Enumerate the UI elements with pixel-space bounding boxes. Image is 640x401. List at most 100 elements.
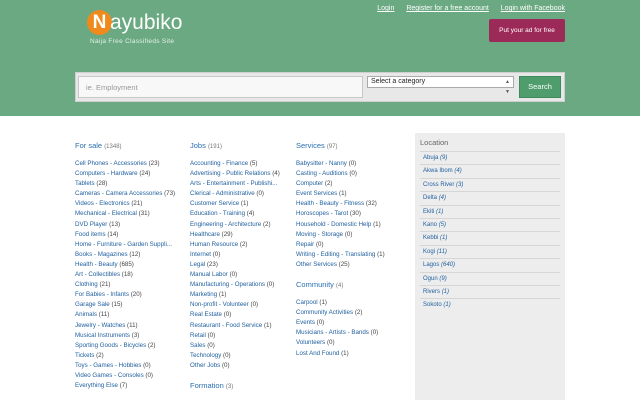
subcategory-link[interactable]: Manufacturing - Operations (0) — [190, 280, 286, 290]
subcategory-link[interactable]: Manual Labor (0) — [190, 270, 286, 280]
location-item[interactable]: Ogun (9) — [420, 271, 560, 285]
subcategory-count: (0) — [315, 240, 324, 248]
subcategory-link[interactable]: Cameras - Camera Accessories (73) — [75, 189, 187, 199]
subcategory-link[interactable]: Musical Instruments (3) — [75, 331, 187, 341]
subcategory-link[interactable]: Household - Domestic Help (1) — [296, 220, 406, 230]
subcategory-link[interactable]: Sporting Goods - Bicycles (2) — [75, 341, 187, 351]
subcategory-link[interactable]: Moving - Storage (0) — [296, 230, 406, 240]
subcategory-link[interactable]: Volunteers (0) — [296, 338, 406, 348]
subcategory-link[interactable]: Videos - Electronics (21) — [75, 199, 187, 209]
subcategory-name: Computers - Hardware — [75, 170, 138, 178]
subcategory-name: Other Services — [296, 260, 337, 268]
subcategory-link[interactable]: Casting - Auditions (0) — [296, 169, 406, 179]
subcategory-link[interactable]: Clerical - Administrative (0) — [190, 189, 286, 199]
subcategory-link[interactable]: Horoscopes - Tarot (30) — [296, 209, 406, 219]
subcategory-link[interactable]: Technology (0) — [190, 351, 286, 361]
subcategory-link[interactable]: Advertising - Public Relations (4) — [190, 169, 286, 179]
subcategory-count: (1) — [339, 190, 347, 198]
subcategory-link[interactable]: Healthcare (29) — [190, 230, 286, 240]
subcategory-link[interactable]: Musicians - Artists - Bands (0) — [296, 328, 406, 338]
subcategory-count: (32) — [365, 200, 377, 208]
subcategory-link[interactable]: Video Games - Consoles (0) — [75, 371, 187, 381]
subcategory-link[interactable]: Retail (0) — [190, 331, 286, 341]
subcategory-link[interactable]: Sales (0) — [190, 341, 286, 351]
category-select[interactable]: Select a category ▲ ▼ — [367, 76, 514, 95]
subcategory-link[interactable]: Events (0) — [296, 318, 406, 328]
location-item[interactable]: Rivers (1) — [420, 284, 560, 298]
subcategory-link[interactable]: Babysitter - Nanny (0) — [296, 159, 406, 169]
subcategory-link[interactable]: Event Services (1) — [296, 189, 406, 199]
location-name: Ekiti — [423, 208, 435, 215]
subcategory-link[interactable]: Clothing (21) — [75, 280, 187, 290]
category-title-for-sale[interactable]: For sale (1348) — [75, 141, 187, 150]
location-item[interactable]: Abuja (9) — [420, 151, 560, 164]
location-item[interactable]: Kano (5) — [420, 217, 560, 231]
subcategory-count: (2) — [96, 351, 104, 359]
subcategory-link[interactable]: Other Jobs (0) — [190, 361, 286, 371]
subcategory-name: Events — [296, 319, 315, 327]
location-name: Lagos — [423, 262, 440, 269]
subcategory-link[interactable]: Other Services (25) — [296, 260, 406, 270]
subcategory-link[interactable]: Tablets (28) — [75, 179, 187, 189]
subcategory-count: (25) — [338, 260, 350, 268]
subcategory-link[interactable]: Restaurant - Food Service (1) — [190, 321, 286, 331]
register-link[interactable]: Register for a free account — [406, 5, 489, 12]
subcategory-link[interactable]: Tickets (2) — [75, 351, 187, 361]
post-ad-button[interactable]: Put your ad for free — [489, 19, 565, 42]
subcategory-link[interactable]: Mechanical - Electrical (31) — [75, 209, 187, 219]
subcategory-link[interactable]: For Babies - Infants (20) — [75, 290, 187, 300]
subcategory-link[interactable]: Everything Else (7) — [75, 381, 187, 391]
location-item[interactable]: Kebbi (1) — [420, 231, 560, 244]
subcategory-link[interactable]: Writing - Editing - Translating (1) — [296, 250, 406, 260]
subcategory-link[interactable]: Arts - Entertainment - Publishi... — [190, 179, 286, 189]
subcategory-link[interactable]: Marketing (1) — [190, 290, 286, 300]
subcategory-link[interactable]: Engineering - Architecture (2) — [190, 220, 286, 230]
subcategory-link[interactable]: Art - Collectibles (18) — [75, 270, 187, 280]
subcategory-link[interactable]: Non-profit - Volunteer (0) — [190, 300, 286, 310]
subcategory-name: Cell Phones - Accessories — [75, 160, 147, 167]
facebook-login-link[interactable]: Login with Facebook — [501, 5, 565, 12]
subcategory-link[interactable]: Customer Service (1) — [190, 199, 286, 209]
subcategory-link[interactable]: Human Resource (2) — [190, 240, 286, 250]
location-name: Kebbi — [423, 235, 439, 242]
subcategory-link[interactable]: Toys - Games - Hobbies (0) — [75, 361, 187, 371]
search-input[interactable] — [78, 76, 363, 98]
subcategory-link[interactable]: Repair (0) — [296, 240, 406, 250]
location-item[interactable]: Ekiti (1) — [420, 204, 560, 218]
location-item[interactable]: Sokoto (1) — [420, 298, 560, 311]
category-title-jobs[interactable]: Jobs (191) — [190, 141, 286, 150]
subcategory-name: Horoscopes - Tarot — [296, 210, 349, 218]
subcategory-link[interactable]: Legal (23) — [190, 260, 286, 270]
subcategory-link[interactable]: Health - Beauty (685) — [75, 260, 187, 270]
search-button[interactable]: Search — [519, 76, 561, 98]
subcategory-link[interactable]: Computers - Hardware (24) — [75, 169, 187, 179]
subcategory-link[interactable]: Food items (14) — [75, 230, 187, 240]
category-title-community[interactable]: Community (4) — [296, 280, 406, 289]
subcategory-link[interactable]: Accounting - Finance (5) — [190, 159, 286, 169]
subcategory-link[interactable]: Books - Magazines (12) — [75, 250, 187, 260]
location-item[interactable]: Cross River (3) — [420, 177, 560, 191]
subcategory-link[interactable]: Education - Training (4) — [190, 209, 286, 219]
login-link[interactable]: Login — [377, 5, 394, 12]
subcategory-link[interactable]: Community Activities (2) — [296, 308, 406, 318]
category-title-formation[interactable]: Formation (3) — [190, 381, 286, 390]
location-item[interactable]: Delta (4) — [420, 191, 560, 204]
subcategory-link[interactable]: DVD Player (13) — [75, 220, 187, 230]
subcategory-link[interactable]: Computer (2) — [296, 179, 406, 189]
subcategory-link[interactable]: Jewelry - Watches (11) — [75, 321, 187, 331]
subcategory-link[interactable]: Cell Phones - Accessories (23) — [75, 159, 187, 169]
subcategory-link[interactable]: Garage Sale (15) — [75, 300, 187, 310]
subcategory-link[interactable]: Animals (11) — [75, 310, 187, 320]
subcategory-link[interactable]: Real Estate (0) — [190, 310, 286, 320]
location-item[interactable]: Kogi (11) — [420, 244, 560, 258]
location-item[interactable]: Lagos (640) — [420, 258, 560, 271]
subcategory-count: (1) — [218, 291, 227, 299]
subcategory-link[interactable]: Home - Furniture - Garden Suppli... — [75, 240, 187, 250]
subcategory-link[interactable]: Health - Beauty - Fitness (32) — [296, 199, 406, 209]
category-title-services[interactable]: Services (97) — [296, 141, 406, 150]
subcategory-link[interactable]: Lost And Found (1) — [296, 349, 406, 359]
subcategory-link[interactable]: Internet (0) — [190, 250, 286, 260]
location-item[interactable]: Akwa Ibom (4) — [420, 164, 560, 177]
subcategory-link[interactable]: Carpool (1) — [296, 298, 406, 308]
category-count: (97) — [326, 144, 338, 150]
